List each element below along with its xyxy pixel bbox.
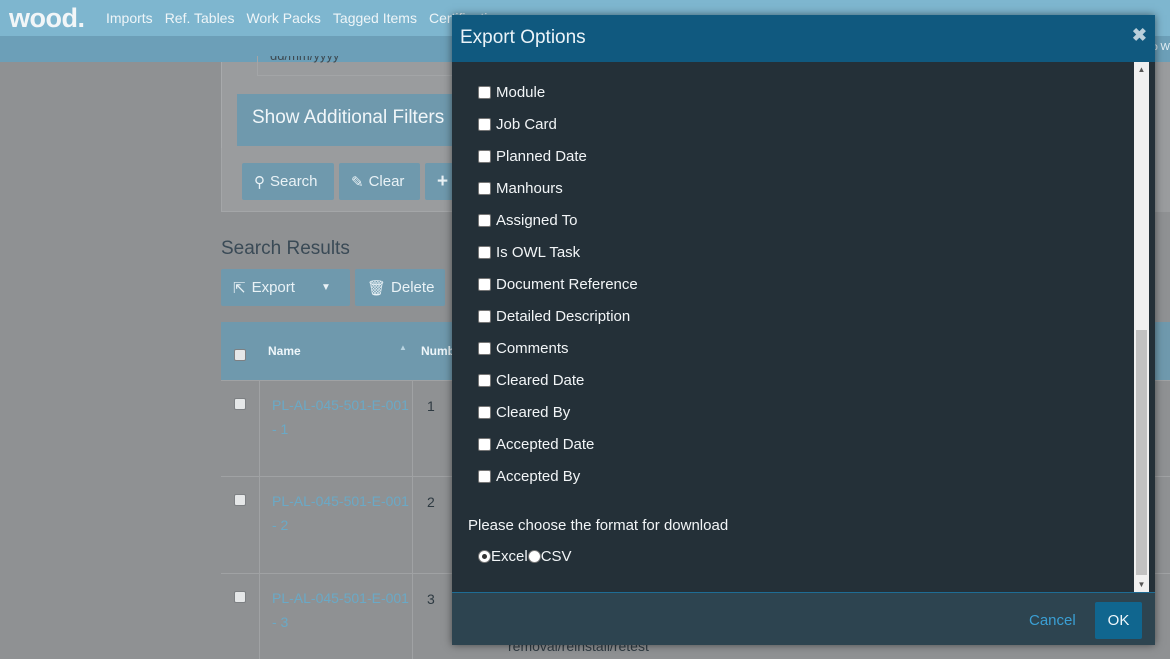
modal-body: Module Job Card Planned Date Manhours As… — [452, 62, 1134, 592]
show-additional-filters-button[interactable]: Show Additional Filters — [237, 94, 457, 146]
option-checkbox[interactable] — [478, 214, 491, 227]
scroll-down-arrow-icon[interactable]: ▼ — [1134, 577, 1149, 592]
format-prompt: Please choose the format for download — [468, 517, 729, 534]
clear-button[interactable]: ✎ Clear — [339, 163, 420, 200]
export-options-modal: Export Options ✖ Module Job Card Planned… — [452, 15, 1155, 645]
modal-header: Export Options ✖ — [452, 15, 1155, 62]
modal-title: Export Options — [460, 27, 586, 48]
option-accepted-by[interactable]: Accepted By — [478, 468, 580, 485]
row-name-link[interactable]: PL-AL-045-501-E-001 - 1 — [272, 393, 412, 441]
row-number: 3 — [427, 591, 435, 607]
option-detailed-description[interactable]: Detailed Description — [478, 308, 630, 325]
option-label: Is OWL Task — [496, 244, 581, 261]
nav-item-imports[interactable]: Imports — [106, 10, 153, 26]
eraser-icon: ✎ — [351, 173, 364, 191]
option-checkbox[interactable] — [478, 86, 491, 99]
option-label: Comments — [496, 340, 569, 357]
option-checkbox[interactable] — [478, 310, 491, 323]
search-button-label: Search — [270, 173, 318, 190]
scroll-thumb[interactable] — [1136, 330, 1147, 575]
column-header-number[interactable]: Numb — [421, 344, 455, 358]
option-label: Module — [496, 84, 546, 101]
option-checkbox[interactable] — [478, 246, 491, 259]
delete-button-label: Delete — [391, 279, 435, 296]
caret-down-icon: ▼ — [320, 282, 331, 293]
select-all-checkbox[interactable] — [234, 349, 246, 361]
format-radio-group: Excel CSV — [478, 548, 572, 565]
export-button[interactable]: ⇱ Export ▼ — [221, 269, 350, 306]
format-label-csv[interactable]: CSV — [541, 548, 572, 565]
option-comments[interactable]: Comments — [478, 340, 569, 357]
row-name-link[interactable]: PL-AL-045-501-E-001 - 2 — [272, 489, 412, 537]
option-label: Planned Date — [496, 148, 587, 165]
option-assigned-to[interactable]: Assigned To — [478, 212, 577, 229]
row-number: 2 — [427, 494, 435, 510]
sort-asc-icon[interactable]: ▲ — [399, 343, 407, 352]
option-manhours[interactable]: Manhours — [478, 180, 563, 197]
row-checkbox[interactable] — [234, 398, 246, 410]
option-label: Job Card — [496, 116, 557, 133]
option-checkbox[interactable] — [478, 438, 491, 451]
option-cleared-by[interactable]: Cleared By — [478, 404, 570, 421]
search-button[interactable]: ⚲ Search — [242, 163, 334, 200]
modal-scrollbar[interactable]: ▲ ▼ — [1134, 62, 1149, 592]
option-label: Manhours — [496, 180, 563, 197]
option-is-owl-task[interactable]: Is OWL Task — [478, 244, 580, 261]
cancel-button[interactable]: Cancel — [1029, 612, 1076, 629]
option-label: Accepted By — [496, 468, 581, 485]
ok-button[interactable]: OK — [1095, 602, 1142, 639]
option-label: Cleared Date — [496, 372, 585, 389]
option-checkbox[interactable] — [478, 182, 491, 195]
option-label: Accepted Date — [496, 436, 595, 453]
option-label: Document Reference — [496, 276, 638, 293]
date-input[interactable]: dd/mm/yyyy — [257, 56, 457, 76]
nav-item-ref-tables[interactable]: Ref. Tables — [165, 10, 235, 26]
row-name-link[interactable]: PL-AL-045-501-E-001 - 3 — [272, 586, 412, 634]
format-radio-excel[interactable] — [478, 550, 491, 563]
delete-button[interactable]: 🗑 Delete — [355, 269, 445, 306]
search-results-title: Search Results — [221, 238, 350, 259]
row-number: 1 — [427, 398, 435, 414]
format-label-excel[interactable]: Excel — [491, 548, 528, 565]
modal-footer: Cancel OK — [452, 592, 1155, 645]
option-checkbox[interactable] — [478, 342, 491, 355]
clear-button-label: Clear — [368, 173, 405, 190]
option-accepted-date[interactable]: Accepted Date — [478, 436, 594, 453]
option-checkbox[interactable] — [478, 406, 491, 419]
row-checkbox[interactable] — [234, 494, 246, 506]
option-label: Cleared By — [496, 404, 571, 421]
plus-icon: + — [437, 170, 449, 192]
option-checkbox[interactable] — [478, 470, 491, 483]
column-header-name[interactable]: Name — [268, 344, 301, 358]
row-checkbox[interactable] — [234, 591, 246, 603]
option-job-card[interactable]: Job Card — [478, 116, 557, 133]
export-button-label: Export — [251, 279, 295, 296]
trash-icon: 🗑 — [367, 279, 387, 297]
column-divider — [259, 380, 260, 659]
option-module[interactable]: Module — [478, 84, 545, 101]
export-icon: ⇱ — [233, 279, 246, 297]
nav-item-work-packs[interactable]: Work Packs — [246, 10, 320, 26]
option-label: Detailed Description — [496, 308, 631, 325]
option-checkbox[interactable] — [478, 374, 491, 387]
wood-logo[interactable]: wood. — [9, 0, 94, 36]
option-document-reference[interactable]: Document Reference — [478, 276, 638, 293]
scroll-up-arrow-icon[interactable]: ▲ — [1134, 62, 1149, 77]
nav-item-tagged-items[interactable]: Tagged Items — [333, 10, 417, 26]
option-checkbox[interactable] — [478, 118, 491, 131]
option-cleared-date[interactable]: Cleared Date — [478, 372, 584, 389]
search-icon: ⚲ — [254, 173, 265, 191]
option-planned-date[interactable]: Planned Date — [478, 148, 587, 165]
option-checkbox[interactable] — [478, 150, 491, 163]
option-checkbox[interactable] — [478, 278, 491, 291]
option-label: Assigned To — [496, 212, 578, 229]
format-radio-csv[interactable] — [527, 550, 541, 563]
close-icon[interactable]: ✖ — [1132, 25, 1147, 46]
column-divider — [412, 380, 413, 659]
